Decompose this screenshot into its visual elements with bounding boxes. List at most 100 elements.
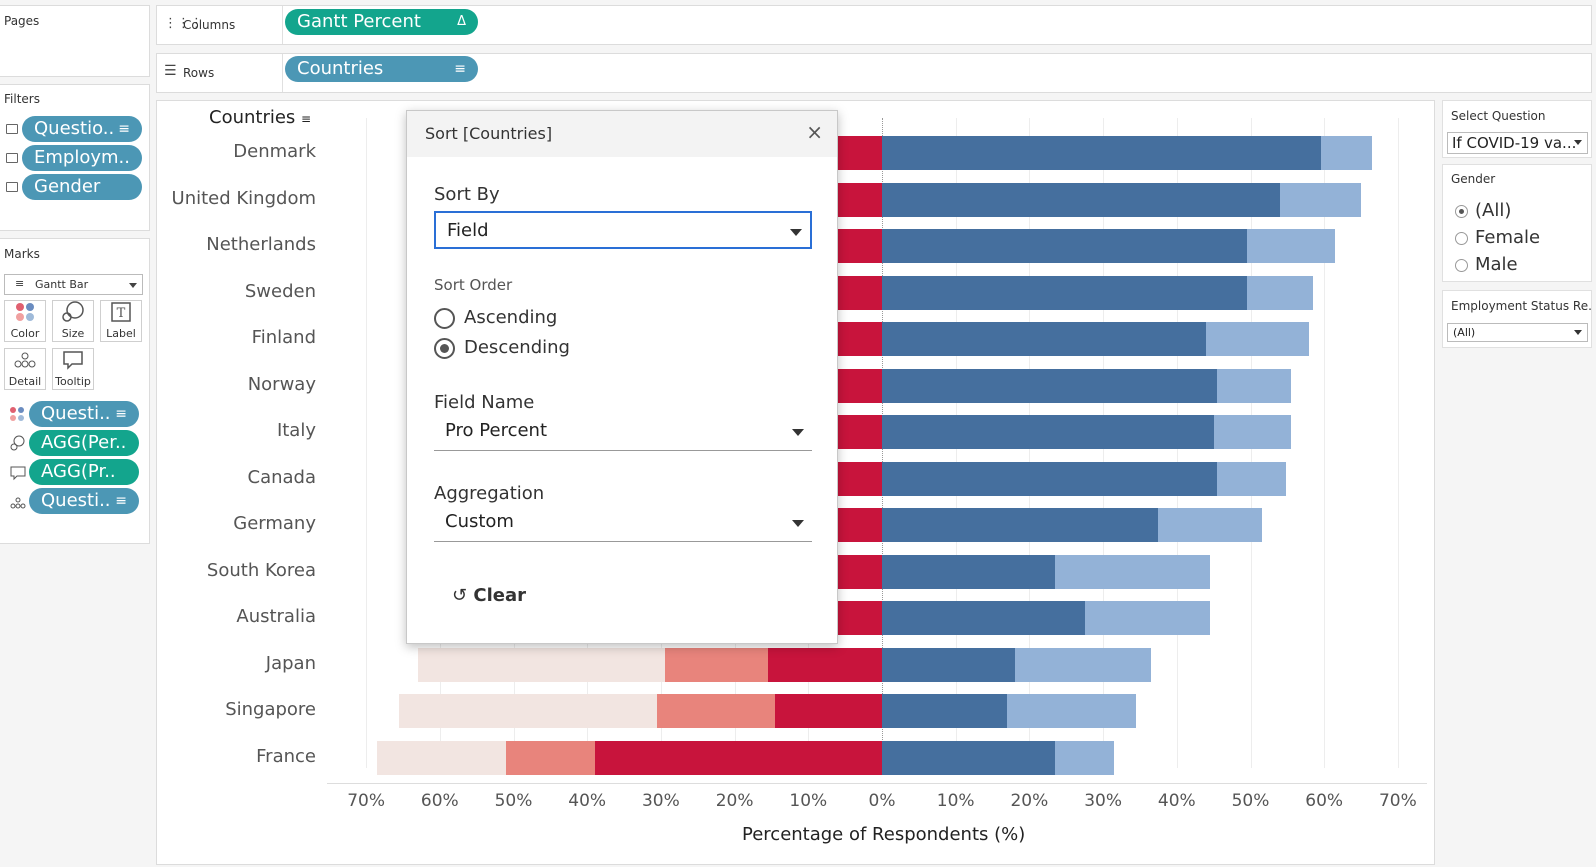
bar-segment[interactable] — [882, 740, 1056, 775]
country-label[interactable]: Germany — [233, 513, 316, 534]
bar-segment[interactable] — [837, 461, 882, 496]
bar-segment[interactable] — [837, 554, 882, 589]
bar-segment[interactable] — [1055, 740, 1115, 775]
bar-segment[interactable] — [837, 275, 882, 310]
bar-segment[interactable] — [417, 647, 665, 682]
clear-button[interactable]: ↺ Clear — [452, 585, 526, 606]
bar-segment[interactable] — [1217, 368, 1292, 403]
country-label[interactable]: United Kingdom — [172, 188, 316, 209]
bar-segment[interactable] — [837, 136, 882, 170]
label-button[interactable]: T Label — [100, 300, 142, 342]
chevron-down-icon — [129, 283, 137, 288]
filter-pill-employment[interactable]: Employm.. — [22, 145, 142, 171]
bar-segment[interactable] — [1084, 601, 1210, 635]
bar-segment[interactable] — [1213, 415, 1292, 449]
field-name-dropdown[interactable]: Pro Percent — [434, 413, 812, 451]
bar-segment[interactable] — [1246, 275, 1314, 310]
bar-segment[interactable] — [1158, 508, 1262, 542]
marks-pill-color[interactable]: Questi.. ≡ — [29, 401, 139, 427]
bar-segment[interactable] — [837, 368, 882, 403]
bar-segment[interactable] — [882, 368, 1218, 403]
country-label[interactable]: Canada — [248, 467, 317, 488]
sort-by-dropdown[interactable]: Field — [434, 211, 812, 249]
select-question-dropdown[interactable]: If COVID-19 va... — [1447, 132, 1588, 154]
gender-radio-female[interactable] — [1455, 232, 1468, 245]
x-tick-label: 30% — [641, 791, 680, 811]
bar-segment[interactable] — [882, 322, 1207, 356]
employment-status-dropdown[interactable]: (All) — [1447, 323, 1588, 342]
rows-header[interactable]: Countries ≡ — [209, 107, 311, 128]
bar-segment[interactable] — [837, 182, 882, 217]
bar-segment[interactable] — [837, 229, 882, 263]
sort-by-label: Sort By — [434, 184, 500, 205]
rows-pill-countries[interactable]: Countries ≡ — [285, 56, 478, 82]
bar-segment[interactable] — [882, 229, 1247, 263]
bar-segment[interactable] — [882, 601, 1085, 635]
bar-segment[interactable] — [1014, 647, 1151, 682]
bar-segment[interactable] — [882, 136, 1321, 170]
country-label[interactable]: Singapore — [225, 699, 316, 720]
country-label[interactable]: South Korea — [207, 560, 316, 581]
bar-segment[interactable] — [882, 415, 1214, 449]
bar-segment[interactable] — [377, 740, 507, 775]
descending-radio[interactable] — [434, 338, 455, 359]
bar-segment[interactable] — [1055, 554, 1210, 589]
bar-segment[interactable] — [837, 322, 882, 356]
bar-segment[interactable] — [882, 461, 1218, 496]
bar-segment[interactable] — [657, 694, 776, 728]
mark-type-dropdown[interactable]: ≡ Gantt Bar — [4, 274, 143, 295]
country-label[interactable]: Finland — [252, 327, 316, 348]
country-label[interactable]: Italy — [277, 420, 316, 441]
color-button[interactable]: Color — [4, 300, 46, 342]
bar-segment[interactable] — [1206, 322, 1310, 356]
tooltip-button[interactable]: Tooltip — [52, 348, 94, 390]
filter-pill-gender[interactable]: Gender — [22, 174, 142, 200]
aggregation-dropdown[interactable]: Custom — [434, 504, 812, 542]
gender-radio-male[interactable] — [1455, 259, 1468, 272]
bar-segment[interactable] — [399, 694, 658, 728]
bar-segment[interactable] — [664, 647, 768, 682]
marks-pill-detail[interactable]: Questi.. ≡ — [29, 488, 139, 514]
close-icon[interactable]: × — [806, 120, 823, 144]
country-label[interactable]: Denmark — [233, 141, 316, 162]
country-label[interactable]: Sweden — [245, 281, 316, 302]
filter-pill-question[interactable]: Questio.. ≡ — [22, 116, 142, 142]
bar-segment[interactable] — [882, 554, 1056, 589]
bar-segment[interactable] — [837, 601, 882, 635]
marks-pill-size[interactable]: AGG(Per.. — [29, 430, 139, 456]
bar-segment[interactable] — [506, 740, 595, 775]
bar-segment[interactable] — [1279, 182, 1362, 217]
marks-pill-tooltip[interactable]: AGG(Pr.. — [29, 459, 139, 485]
bar-segment[interactable] — [775, 694, 882, 728]
country-label[interactable]: Japan — [266, 653, 316, 674]
bar-segment[interactable] — [767, 647, 882, 682]
bar-segment[interactable] — [1320, 136, 1373, 170]
gender-option-male[interactable]: Male — [1475, 254, 1518, 275]
bar-segment[interactable] — [594, 740, 882, 775]
gender-option-all[interactable]: (All) — [1475, 200, 1511, 221]
country-label[interactable]: France — [256, 746, 316, 767]
descending-label[interactable]: Descending — [464, 337, 570, 358]
size-button[interactable]: Size — [52, 300, 94, 342]
bar-segment[interactable] — [882, 694, 1008, 728]
gender-option-female[interactable]: Female — [1475, 227, 1540, 248]
detail-button[interactable]: Detail — [4, 348, 46, 390]
bar-segment[interactable] — [837, 508, 882, 542]
ascending-label[interactable]: Ascending — [464, 307, 557, 328]
bar-segment[interactable] — [1246, 229, 1336, 263]
bar-segment[interactable] — [882, 275, 1247, 310]
bar-segment[interactable] — [1007, 694, 1137, 728]
columns-pill-gantt-percent[interactable]: Gantt Percent Δ — [285, 9, 478, 35]
bar-segment[interactable] — [882, 182, 1280, 217]
gender-radio-all[interactable] — [1455, 205, 1468, 218]
bar-segment[interactable] — [837, 415, 882, 449]
country-label[interactable]: Netherlands — [206, 234, 316, 255]
bar-segment[interactable] — [1217, 461, 1286, 496]
country-label[interactable]: Australia — [236, 606, 316, 627]
country-label[interactable]: Norway — [248, 374, 316, 395]
bar-segment[interactable] — [882, 647, 1015, 682]
bar-segment[interactable] — [882, 508, 1159, 542]
x-tick-label: 20% — [1010, 791, 1049, 811]
select-question-title: Select Question — [1451, 109, 1546, 123]
ascending-radio[interactable] — [434, 308, 455, 329]
